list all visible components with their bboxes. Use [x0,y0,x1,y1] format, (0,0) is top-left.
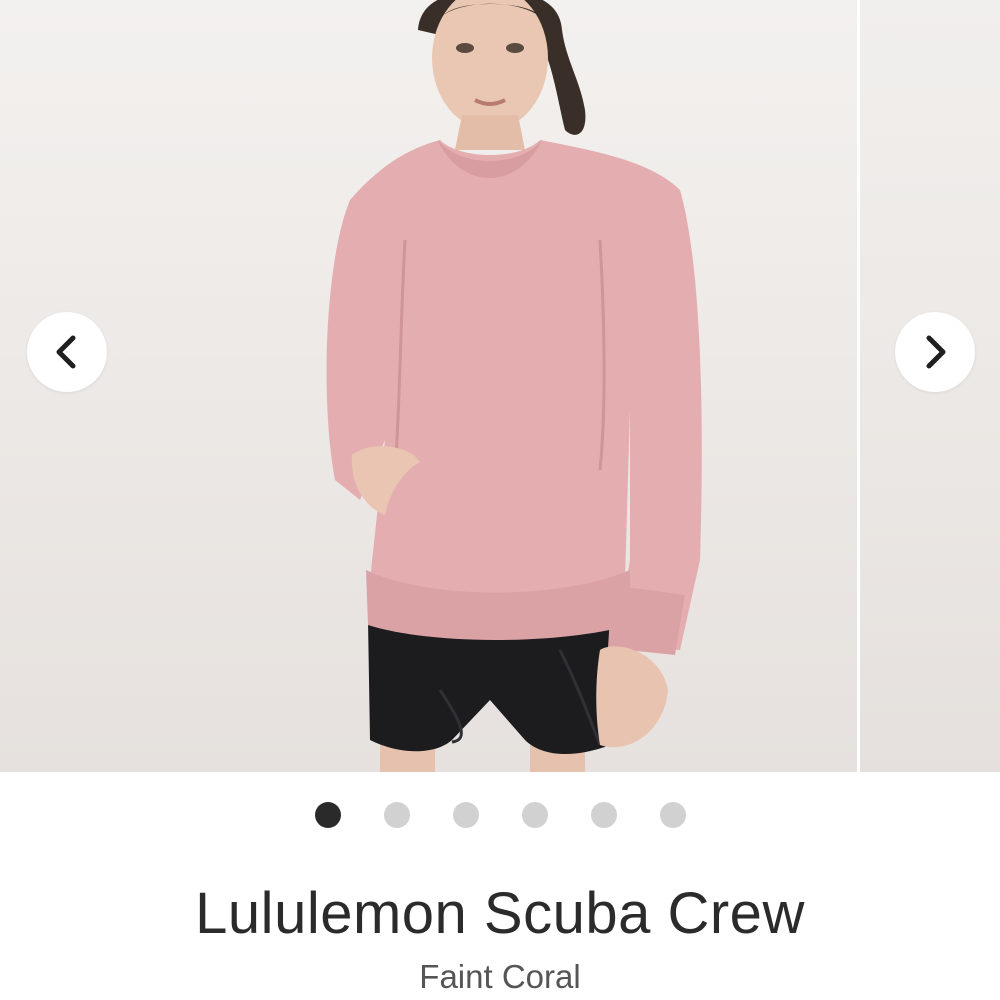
carousel-prev-button[interactable] [27,312,107,392]
carousel-pagination [0,802,1000,830]
product-image-main [0,0,858,772]
product-image-carousel[interactable] [0,0,1000,772]
model-photo [326,0,702,772]
carousel-dot-1[interactable] [314,802,341,828]
carousel-next-button[interactable] [895,312,975,392]
product-title: Lululemon Scuba Crew [195,881,805,946]
carousel-dot-4[interactable] [521,802,548,828]
carousel-dot-3[interactable] [452,802,479,828]
chevron-left-icon [56,335,76,369]
product-color-name: Faint Coral [419,958,581,995]
chevron-right-icon [926,335,946,369]
carousel-dot-5[interactable] [590,802,617,828]
carousel-dot-2[interactable] [383,802,410,828]
carousel-dot-6[interactable] [659,802,686,828]
